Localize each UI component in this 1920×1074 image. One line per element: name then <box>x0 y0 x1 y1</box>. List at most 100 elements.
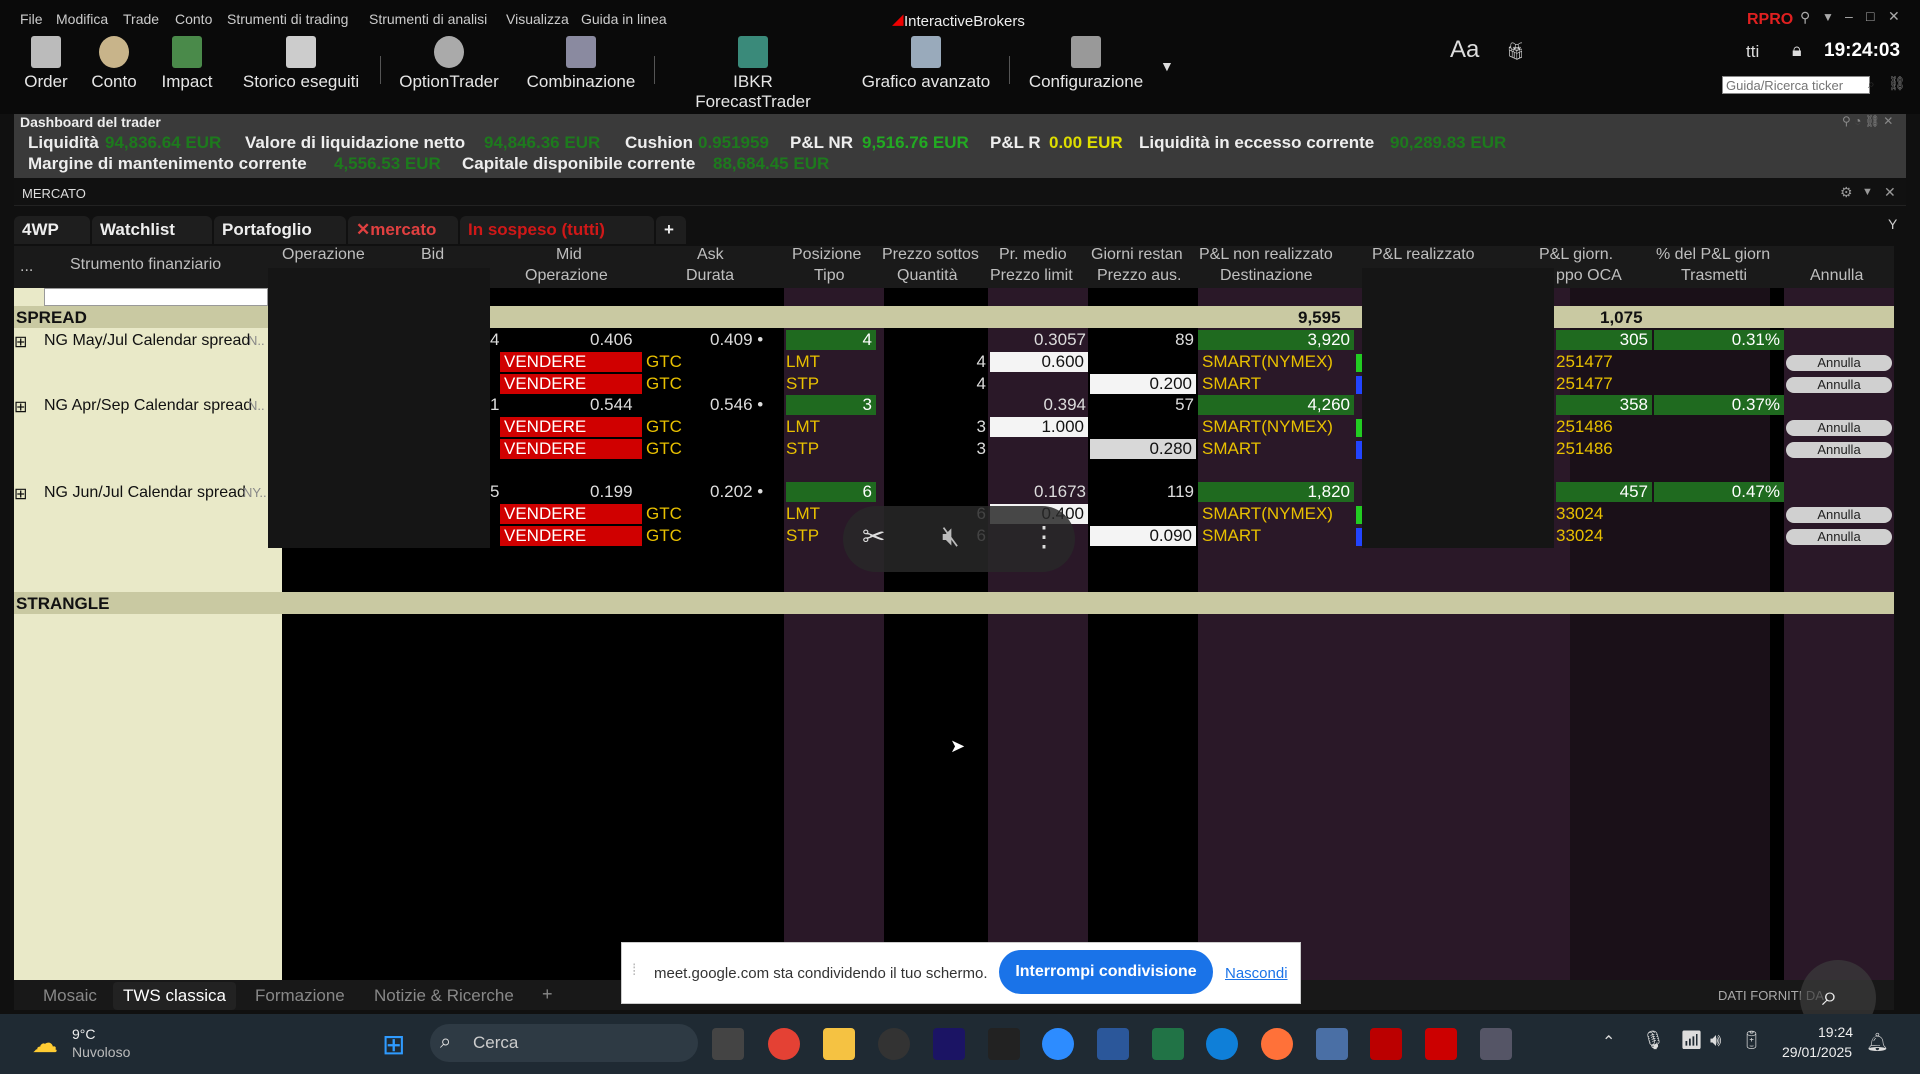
tab-portfolio[interactable]: Portafoglio <box>214 216 346 244</box>
cancel-order-button[interactable]: Annulla <box>1786 377 1892 393</box>
order-qty[interactable]: 3 <box>900 439 986 459</box>
menu-file[interactable]: File <box>20 11 43 27</box>
order-tif[interactable]: GTC <box>646 504 682 524</box>
app-icon[interactable] <box>878 1028 910 1060</box>
header-ask[interactable]: Ask <box>697 246 724 264</box>
app-icon[interactable] <box>1425 1028 1457 1060</box>
close-icon[interactable]: ✕ <box>1888 8 1900 25</box>
header-type[interactable]: Tipo <box>814 267 845 285</box>
menu-edit[interactable]: Modifica <box>56 11 108 27</box>
windows-start-icon[interactable]: ⊞ <box>382 1028 405 1061</box>
cancel-order-button[interactable]: Annulla <box>1786 529 1892 545</box>
chrome-icon[interactable] <box>768 1028 800 1060</box>
gear-icon[interactable]: ⚙ <box>1840 184 1853 201</box>
close-icon[interactable]: ✕ <box>356 220 370 239</box>
weather-icon[interactable]: ☁︎ <box>32 1028 58 1059</box>
order-type[interactable]: STP <box>786 526 819 546</box>
filter-icon[interactable]: Y <box>1888 216 1897 232</box>
excel-icon[interactable] <box>1152 1028 1184 1060</box>
zoom-app-icon[interactable] <box>1042 1028 1074 1060</box>
order-type[interactable]: LMT <box>786 352 820 372</box>
cancel-order-button[interactable]: Annulla <box>1786 420 1892 436</box>
menu-view[interactable]: Visualizza <box>506 11 569 27</box>
header-transmit[interactable]: Trasmetti <box>1681 267 1747 285</box>
tab-news[interactable]: Notizie & Ricerche <box>374 986 514 1006</box>
cancel-order-button[interactable]: Annulla <box>1786 355 1892 371</box>
header-daily-pnl[interactable]: P&L giorn. <box>1539 246 1613 264</box>
group-spread[interactable]: SPREAD <box>16 308 87 328</box>
order-aux-price[interactable]: 0.280 <box>1090 439 1196 459</box>
tab-watchlist[interactable]: Watchlist <box>92 216 212 244</box>
order-type[interactable]: LMT <box>786 417 820 437</box>
font-size-button[interactable]: Aa <box>1450 36 1479 64</box>
order-aux-price[interactable]: 0.200 <box>1090 374 1196 394</box>
search-icon[interactable]: ⌕ <box>1868 77 1875 92</box>
order-tif[interactable]: GTC <box>646 526 682 546</box>
order-tif[interactable]: GTC <box>646 352 682 372</box>
word-icon[interactable] <box>1097 1028 1129 1060</box>
tab-training[interactable]: Formazione <box>255 986 345 1006</box>
order-side[interactable]: VENDERE <box>500 374 642 394</box>
mute-icon[interactable]: 🔇︎ <box>942 520 960 553</box>
ticker-search-input[interactable] <box>1722 76 1870 94</box>
order-tif[interactable]: GTC <box>646 417 682 437</box>
order-destination[interactable]: SMART <box>1202 439 1261 459</box>
maximize-icon[interactable]: □ <box>1866 8 1874 24</box>
tab-mosaic[interactable]: Mosaic <box>43 986 97 1006</box>
chart-button[interactable]: Grafico avanzato <box>856 36 996 92</box>
header-operation[interactable]: Operazione <box>282 246 365 264</box>
expand-icon[interactable]: ⊞ <box>14 397 27 417</box>
header-unrealized[interactable]: P&L non realizzato <box>1199 246 1333 264</box>
order-aux-price[interactable]: 0.090 <box>1090 526 1196 546</box>
minimize-icon[interactable]: – <box>1845 8 1853 24</box>
capcut-icon[interactable] <box>988 1028 1020 1060</box>
link-icon[interactable]: ⛓︎ <box>1888 75 1906 92</box>
more-options-icon[interactable]: ⋮ <box>1030 520 1058 553</box>
microphone-icon[interactable]: 🎙︎ <box>1642 1030 1665 1051</box>
menu-trade[interactable]: Trade <box>123 11 159 27</box>
file-explorer-icon[interactable] <box>823 1028 855 1060</box>
order-qty[interactable]: 4 <box>900 374 986 394</box>
header-order-operation[interactable]: Operazione <box>525 267 608 285</box>
expand-icon[interactable]: ⊞ <box>14 332 27 352</box>
order-type[interactable]: STP <box>786 374 819 394</box>
header-days[interactable]: Giorni restan <box>1091 246 1183 264</box>
group-strangle[interactable]: STRANGLE <box>16 594 110 614</box>
header-realized[interactable]: P&L realizzato <box>1372 246 1475 264</box>
unpin-icon[interactable]: ✂︎ <box>862 520 885 553</box>
chevron-down-icon[interactable]: ▼ <box>1822 10 1834 24</box>
edge-icon[interactable] <box>1206 1028 1238 1060</box>
header-mid[interactable]: Mid <box>556 246 582 264</box>
toolbar-more-icon[interactable]: ▼ <box>1160 58 1174 74</box>
order-destination[interactable]: SMART <box>1202 374 1261 394</box>
header-underlying[interactable]: Prezzo sottos <box>882 246 979 264</box>
order-side[interactable]: VENDERE <box>500 352 642 372</box>
taskbar-search[interactable] <box>430 1024 698 1062</box>
order-destination[interactable]: SMART(NYMEX) <box>1202 504 1333 524</box>
chevron-down-icon[interactable]: ▼ <box>1862 186 1873 198</box>
task-view-icon[interactable] <box>712 1028 744 1060</box>
instrument-name[interactable]: NG Apr/Sep Calendar spread <box>44 397 252 415</box>
app-icon[interactable] <box>1316 1028 1348 1060</box>
order-type[interactable]: STP <box>786 439 819 459</box>
pin-icon[interactable]: ⚲ <box>1800 9 1810 26</box>
order-side[interactable]: VENDERE <box>500 439 642 459</box>
tab-mercato[interactable]: ✕mercato <box>348 216 458 244</box>
header-bid[interactable]: Bid <box>421 246 444 264</box>
tab-4wp[interactable]: 4WP <box>14 216 90 244</box>
order-destination[interactable]: SMART(NYMEX) <box>1202 352 1333 372</box>
header-limit-price[interactable]: Prezzo limit <box>990 267 1073 285</box>
cancel-order-button[interactable]: Annulla <box>1786 442 1892 458</box>
combo-button[interactable]: Combinazione <box>511 36 651 92</box>
order-side[interactable]: VENDERE <box>500 417 642 437</box>
close-icon[interactable]: ✕ <box>1884 184 1896 201</box>
header-destination[interactable]: Destinazione <box>1220 267 1313 285</box>
symbol-entry-input[interactable] <box>44 288 268 306</box>
drag-handle-icon[interactable]: ⁞ <box>632 962 636 980</box>
header-duration[interactable]: Durata <box>686 267 734 285</box>
order-limit-price[interactable]: 1.000 <box>990 417 1088 437</box>
config-button[interactable]: Configurazione <box>1016 36 1156 92</box>
tab-classic[interactable]: TWS classica <box>113 982 236 1010</box>
header-instrument[interactable]: Strumento finanziario <box>70 256 221 274</box>
notification-icon[interactable]: 🔔︎ <box>1866 1032 1889 1053</box>
